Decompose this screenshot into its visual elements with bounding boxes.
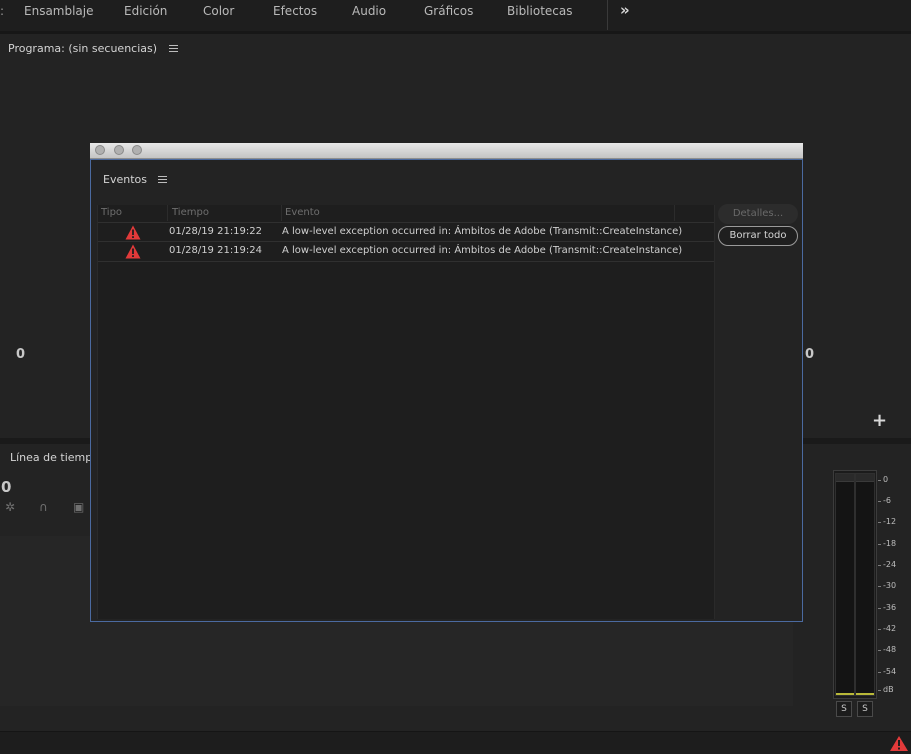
workspace-tab-color[interactable]: Color <box>203 4 234 18</box>
add-marker-icon[interactable]: ▣ <box>73 500 84 514</box>
scale-label: -54 <box>877 667 897 676</box>
event-message: A low-level exception occurred in: Ámbit… <box>282 245 683 256</box>
event-time: 01/28/19 21:19:22 <box>169 226 263 237</box>
program-panel-title: Programa: (sin secuencias) <box>8 42 158 55</box>
event-time: 01/28/19 21:19:24 <box>169 245 263 256</box>
scale-label: 0 <box>877 475 889 484</box>
warning-icon <box>125 244 141 259</box>
scale-label: -24 <box>877 560 897 569</box>
column-header-tipo[interactable]: Tipo <box>101 207 122 218</box>
program-playhead-timecode[interactable]: 0 <box>16 347 25 362</box>
scale-label: -18 <box>877 539 897 548</box>
warning-icon[interactable] <box>889 735 909 752</box>
meter-level <box>836 693 854 695</box>
events-panel-header: Eventos <box>103 173 168 186</box>
timeline-timecode[interactable]: 0 <box>1 478 11 496</box>
more-workspaces-icon[interactable]: » <box>620 1 630 19</box>
minimize-window-icon[interactable] <box>114 145 124 155</box>
workspace-tab-audio[interactable]: Audio <box>352 4 386 18</box>
clear-all-button[interactable]: Borrar todo <box>718 226 798 246</box>
column-divider[interactable] <box>281 205 282 221</box>
meter-level <box>856 693 874 695</box>
meter-channel-right <box>855 473 875 696</box>
events-panel-title: Eventos <box>103 173 147 186</box>
button-editor-plus-icon[interactable]: + <box>872 410 887 431</box>
audio-meter <box>833 470 877 699</box>
details-button[interactable]: Detalles... <box>718 204 798 224</box>
events-table: Tipo Tiempo Evento 01/28/19 21:19:22 A l… <box>97 205 715 619</box>
panel-menu-icon[interactable] <box>158 176 168 184</box>
column-header-tiempo[interactable]: Tiempo <box>172 207 209 218</box>
events-table-header: Tipo Tiempo Evento <box>98 205 714 221</box>
scale-label: -6 <box>878 496 891 505</box>
solo-left-button[interactable]: S <box>836 701 852 717</box>
peak-indicator[interactable] <box>856 474 874 482</box>
workspace-tab-bibliotecas[interactable]: Bibliotecas <box>507 4 572 18</box>
table-row[interactable]: 01/28/19 21:19:24 A low-level exception … <box>98 241 714 262</box>
solo-right-button[interactable]: S <box>857 701 873 717</box>
warning-icon <box>125 225 141 240</box>
peak-indicator[interactable] <box>836 474 854 482</box>
workspace-divider <box>607 0 608 30</box>
column-header-evento[interactable]: Evento <box>285 207 320 218</box>
scale-label: -48 <box>877 645 897 654</box>
workspace-tab-edicion[interactable]: Edición <box>124 4 167 18</box>
timeline-panel-title[interactable]: Línea de tiempo <box>10 451 99 464</box>
audio-meter-panel: 0 -6 -12 -18 -24 -30 -36 -42 -48 -54 dB … <box>821 444 911 731</box>
linked-selection-icon[interactable]: ∩ <box>39 500 48 514</box>
scale-label: -42 <box>877 624 897 633</box>
column-divider[interactable] <box>167 205 168 221</box>
meter-channel-left <box>835 473 855 696</box>
column-divider[interactable] <box>674 205 675 221</box>
scale-label: -12 <box>877 517 897 526</box>
workspace-tab-graficos[interactable]: Gráficos <box>424 4 473 18</box>
scale-label: -30 <box>877 581 897 590</box>
close-window-icon[interactable] <box>95 145 105 155</box>
workspace-tab-ensamblaje[interactable]: Ensamblaje <box>24 4 94 18</box>
snap-icon[interactable]: ✲ <box>5 500 15 514</box>
table-row[interactable]: 01/28/19 21:19:22 A low-level exception … <box>98 222 714 242</box>
event-message: A low-level exception occurred in: Ámbit… <box>282 226 683 237</box>
workspace-bar-edge: : <box>0 4 5 18</box>
program-duration-timecode[interactable]: 0 <box>805 347 814 362</box>
panel-menu-icon[interactable] <box>168 45 178 53</box>
workspace-tab-efectos[interactable]: Efectos <box>273 4 317 18</box>
status-bar <box>0 731 911 754</box>
scale-label: -36 <box>877 603 897 612</box>
events-panel: Eventos Tipo Tiempo Evento 01/28/19 21:1… <box>90 159 803 622</box>
dialog-titlebar[interactable] <box>90 143 803 159</box>
program-panel-header: Programa: (sin secuencias) <box>8 42 178 55</box>
workspace-bar: : Ensamblaje Edición Color Efectos Audio… <box>0 0 911 34</box>
scale-label: dB <box>878 685 894 694</box>
events-dialog: Eventos Tipo Tiempo Evento 01/28/19 21:1… <box>90 143 803 622</box>
zoom-window-icon[interactable] <box>132 145 142 155</box>
